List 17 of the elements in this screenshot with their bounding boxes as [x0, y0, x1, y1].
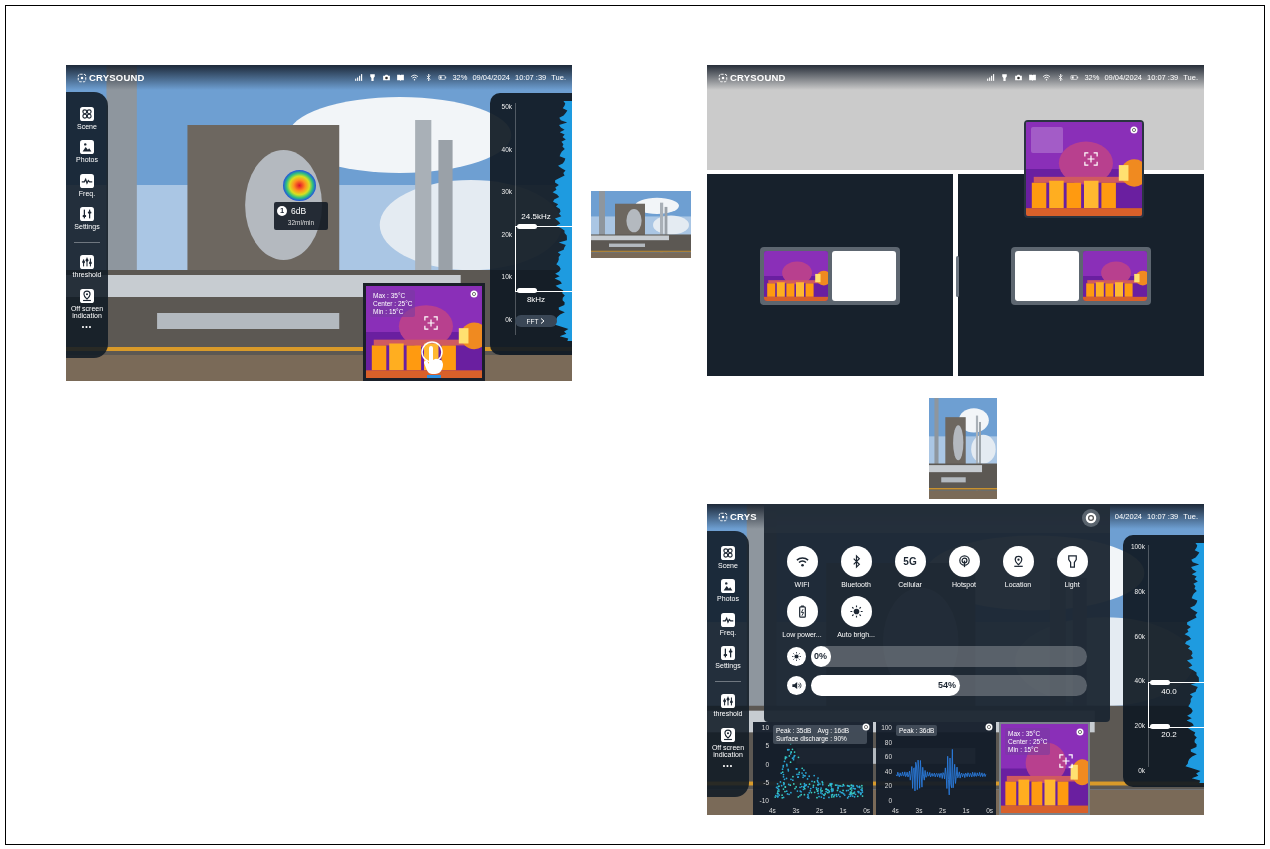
- crosshair-icon: [1084, 152, 1098, 166]
- logo-icon: [718, 72, 728, 83]
- blank-tile[interactable]: [832, 251, 896, 301]
- battery-icon: [1070, 73, 1080, 82]
- blank-tile[interactable]: [1015, 251, 1079, 301]
- settings-icon[interactable]: [1130, 126, 1138, 134]
- thermal-thumbnail[interactable]: [1083, 251, 1147, 301]
- readings-box: [1031, 127, 1063, 153]
- signal-icon: [986, 73, 996, 82]
- thermal-thumbnail[interactable]: [764, 251, 828, 301]
- split-handle[interactable]: [956, 256, 959, 297]
- flashlight-icon: [1000, 73, 1010, 82]
- brand-name: CRYSOUND: [730, 72, 786, 83]
- wifi-icon: [1042, 73, 1052, 82]
- camera-icon: [1014, 73, 1024, 82]
- bluetooth-icon: [1056, 73, 1066, 82]
- book-icon: [1028, 73, 1038, 82]
